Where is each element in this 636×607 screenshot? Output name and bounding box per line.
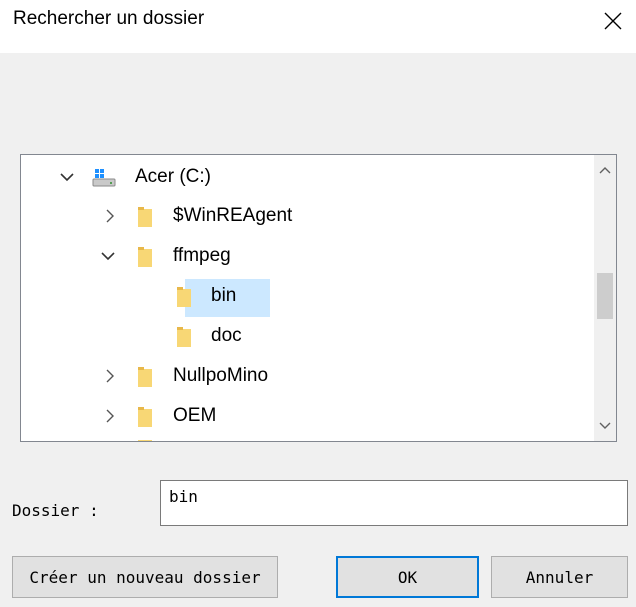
folder-tree[interactable]: Acer (C:) $WinREAgent ffmpeg bin doc Nul… [20,154,617,442]
tree-item-label: doc [211,325,242,346]
tree-item-label: ffmpeg [173,245,231,266]
folder-tree-items: Acer (C:) $WinREAgent ffmpeg bin doc Nul… [21,155,594,441]
folder-icon [138,407,152,427]
scroll-up-button[interactable] [594,159,616,181]
drive-icon [91,167,117,189]
vertical-scrollbar[interactable] [594,155,616,441]
folder-name-input[interactable] [160,480,628,526]
close-icon [604,12,622,30]
folder-icon [138,367,152,387]
tree-item-label: Acer (C:) [135,166,211,187]
dialog-title: Rechercher un dossier [13,8,205,29]
tree-item-label: bin [211,285,237,306]
create-new-folder-button[interactable]: Créer un nouveau dossier [12,556,278,598]
folder-field-label: Dossier : [12,501,99,520]
chevron-right-icon[interactable] [102,208,118,224]
folder-icon [177,287,191,307]
chevron-down-icon[interactable] [59,169,75,185]
browse-folder-dialog: Rechercher un dossier Acer (C:) $WinREAg… [0,0,636,607]
folder-icon [177,327,191,347]
folder-icon [138,207,152,227]
chevron-right-icon[interactable] [102,368,118,384]
chevron-down-icon[interactable] [100,248,116,264]
tree-item-winreagent[interactable]: $WinREAgent [21,196,591,236]
tree-item-oem[interactable]: OEM [21,396,591,436]
folder-icon [138,438,152,441]
cancel-button[interactable]: Annuler [491,556,628,598]
close-button[interactable] [596,4,630,38]
scroll-down-button[interactable] [594,415,616,437]
tree-item-label: $WinREAgent [173,205,293,226]
chevron-up-icon [599,167,611,174]
tree-item-doc[interactable]: doc [21,316,591,356]
folder-icon [138,247,152,267]
chevron-down-icon [599,422,611,429]
tree-item-label: OEM [173,405,217,426]
tree-item-drive-c[interactable]: Acer (C:) [21,157,591,197]
ok-button[interactable]: OK [336,556,479,598]
scroll-thumb[interactable] [597,273,613,319]
tree-item-bin[interactable]: bin [21,276,591,316]
tree-item-label: NullpoMino [173,365,269,386]
tree-item-nullpomino[interactable]: NullpoMino [21,356,591,396]
tree-item-ffmpeg[interactable]: ffmpeg [21,236,591,276]
chevron-right-icon[interactable] [102,408,118,424]
